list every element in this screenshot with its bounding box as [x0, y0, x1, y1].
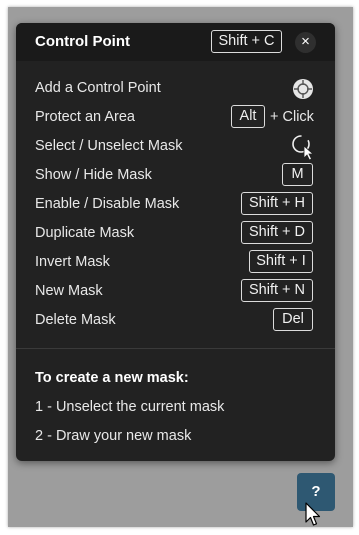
shortcut-key: Shift + I: [249, 250, 313, 273]
shortcut-row-show-hide-mask: Show / Hide Mask M: [16, 161, 335, 190]
shortcut-key: Del: [273, 308, 313, 331]
shortcut-label: Invert Mask: [35, 254, 110, 270]
shortcut-suffix: + Click: [270, 109, 314, 125]
shortcut-label: Protect an Area: [35, 109, 135, 125]
help-label: ?: [311, 483, 321, 500]
tip-step: 2 - Draw your new mask: [35, 428, 192, 444]
shortcut-label: Enable / Disable Mask: [35, 196, 180, 212]
shortcut-key: M: [282, 163, 313, 186]
section-divider: [16, 348, 335, 349]
panel-header: Control Point Shift + C ×: [16, 23, 335, 61]
lasso-cursor-icon: [292, 135, 315, 161]
shortcut-row-invert-mask: Invert Mask Shift + I: [16, 248, 335, 277]
shortcut-label: Show / Hide Mask: [35, 167, 152, 183]
shortcut-row-select-mask: Select / Unselect Mask: [16, 132, 335, 161]
shortcut-label: Duplicate Mask: [35, 225, 135, 241]
shortcut-key: Alt: [231, 105, 265, 128]
close-button[interactable]: ×: [295, 32, 316, 53]
title-shortcut-key: Shift + C: [211, 30, 282, 53]
shortcut-label: New Mask: [35, 283, 103, 299]
control-point-icon: [293, 79, 313, 99]
shortcut-row-delete-mask: Delete Mask Del: [16, 306, 335, 335]
app-frame: Control Point Shift + C × Add a Control …: [0, 0, 359, 535]
mouse-pointer-icon: [305, 502, 321, 526]
shortcut-label: Select / Unselect Mask: [35, 138, 183, 154]
tips-title: To create a new mask:: [35, 370, 189, 386]
shortcut-key: Shift + N: [241, 279, 313, 302]
shortcut-row-enable-disable-mask: Enable / Disable Mask Shift + H: [16, 190, 335, 219]
tip-step: 1 - Unselect the current mask: [35, 399, 225, 415]
close-icon: ×: [301, 33, 310, 50]
shortcut-row-add-control-point: Add a Control Point: [16, 74, 335, 103]
shortcut-panel: Control Point Shift + C × Add a Control …: [16, 23, 335, 461]
shortcut-row-protect-area: Protect an Area Alt + Click: [16, 103, 335, 132]
shortcut-label: Add a Control Point: [35, 80, 161, 96]
shortcut-row-duplicate-mask: Duplicate Mask Shift + D: [16, 219, 335, 248]
shortcut-key: Shift + H: [241, 192, 313, 215]
shortcut-key: Shift + D: [241, 221, 313, 244]
shortcut-row-new-mask: New Mask Shift + N: [16, 277, 335, 306]
shortcut-label: Delete Mask: [35, 312, 116, 328]
panel-title: Control Point: [35, 33, 130, 50]
